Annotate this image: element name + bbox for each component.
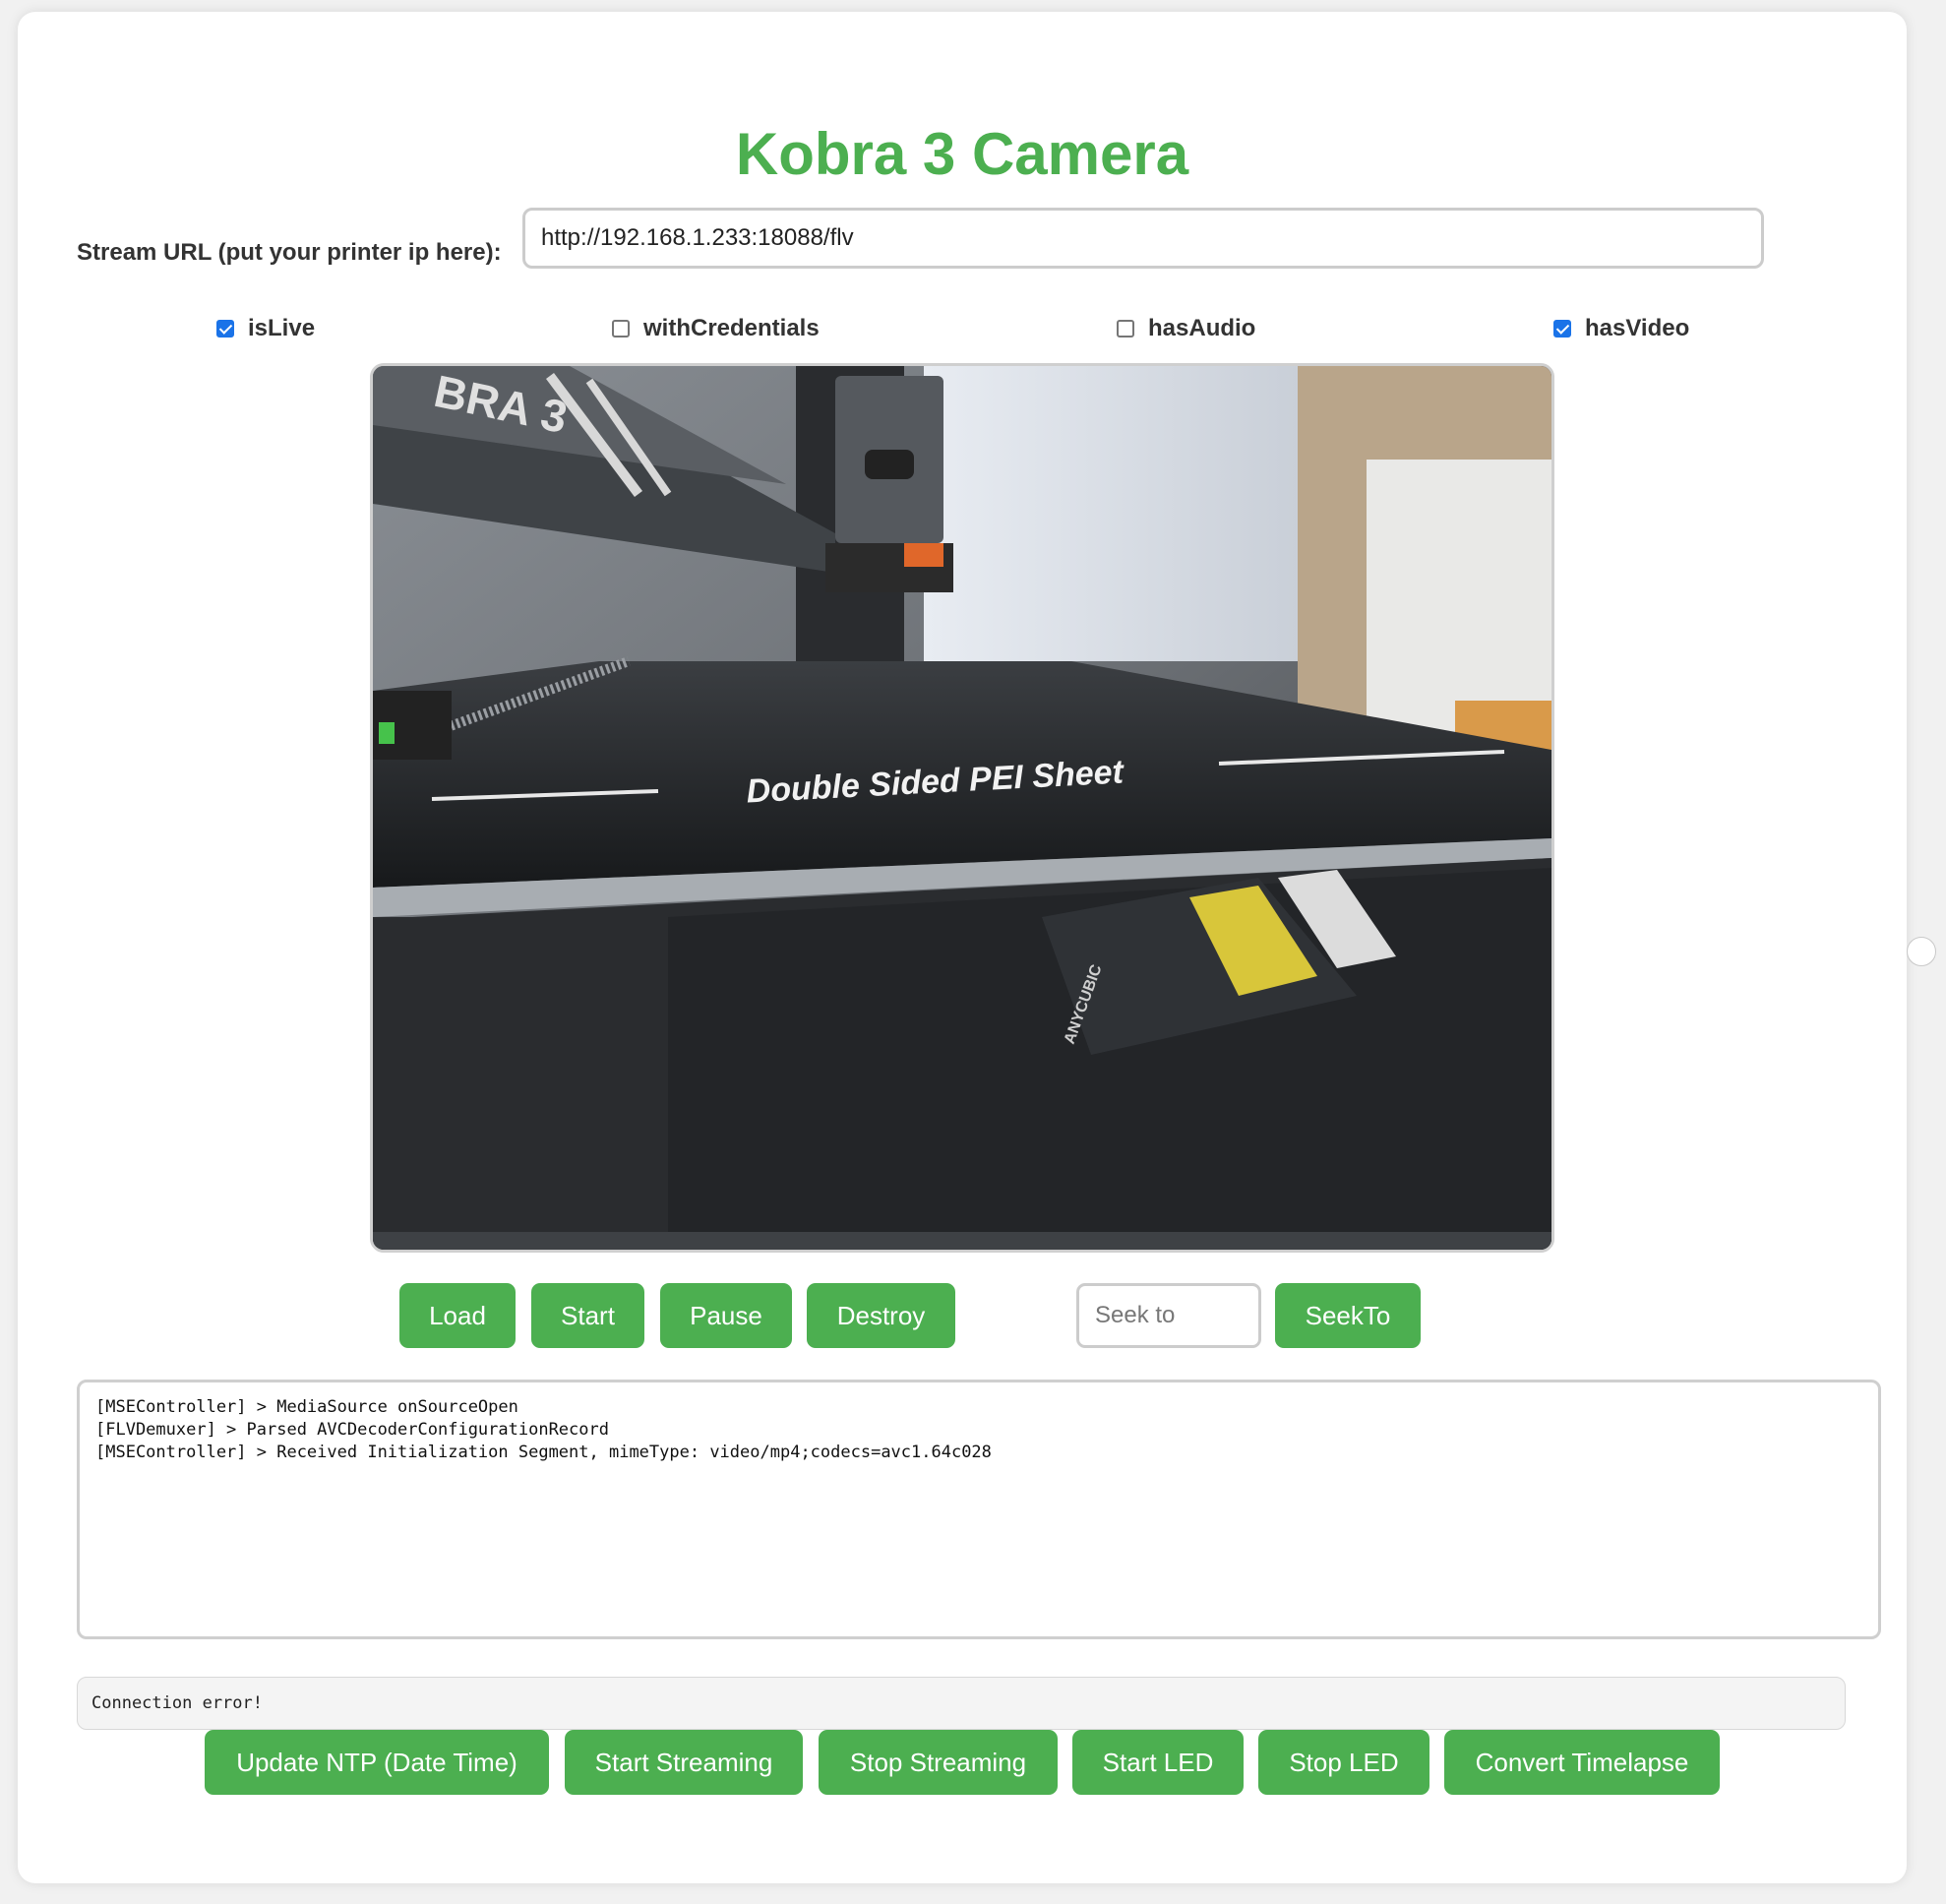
withcredentials-label: withCredentials [643,315,820,341]
withcredentials-checkbox[interactable] [612,320,630,338]
seek-input[interactable] [1076,1283,1261,1348]
camera-frame: BRA 3 Double Sided PEI Sheet ANYCUBIC [373,366,1551,1250]
islive-checkbox[interactable] [216,320,234,338]
option-islive[interactable]: isLive [216,315,315,342]
video-player[interactable]: BRA 3 Double Sided PEI Sheet ANYCUBIC [370,363,1554,1253]
log-line: [MSEController] > Received Initializatio… [95,1443,992,1462]
pause-button[interactable]: Pause [660,1283,792,1348]
log-line: [MSEController] > MediaSource onSourceOp… [95,1397,518,1417]
stream-url-input[interactable] [522,208,1764,269]
start-button[interactable]: Start [531,1283,644,1348]
log-line: [FLVDemuxer] > Parsed AVCDecoderConfigur… [95,1420,609,1440]
start-led-button[interactable]: Start LED [1072,1730,1244,1795]
destroy-button[interactable]: Destroy [807,1283,955,1348]
option-hasaudio[interactable]: hasAudio [1117,315,1255,342]
page-title: Kobra 3 Camera [735,121,1189,187]
islive-label: isLive [248,315,316,341]
log-console[interactable]: [MSEController] > MediaSource onSourceOp… [77,1380,1881,1639]
convert-timelapse-button[interactable]: Convert Timelapse [1444,1730,1720,1795]
stop-streaming-button[interactable]: Stop Streaming [819,1730,1058,1795]
load-button[interactable]: Load [399,1283,516,1348]
start-streaming-button[interactable]: Start Streaming [565,1730,803,1795]
main-card: Kobra 3 Camera Stream URL (put your prin… [18,12,1907,1883]
seekto-button[interactable]: SeekTo [1275,1283,1421,1348]
option-hasvideo[interactable]: hasVideo [1553,315,1689,342]
stream-url-label: Stream URL (put your printer ip here): [77,239,502,266]
stop-led-button[interactable]: Stop LED [1258,1730,1429,1795]
update-ntp-button[interactable]: Update NTP (Date Time) [205,1730,549,1795]
option-withcredentials[interactable]: withCredentials [612,315,820,342]
status-message: Connection error! [77,1677,1846,1730]
hasaudio-checkbox[interactable] [1117,320,1134,338]
hasvideo-checkbox[interactable] [1553,320,1571,338]
hasaudio-label: hasAudio [1148,315,1256,341]
hasvideo-label: hasVideo [1585,315,1690,341]
scroll-handle[interactable] [1907,937,1936,966]
